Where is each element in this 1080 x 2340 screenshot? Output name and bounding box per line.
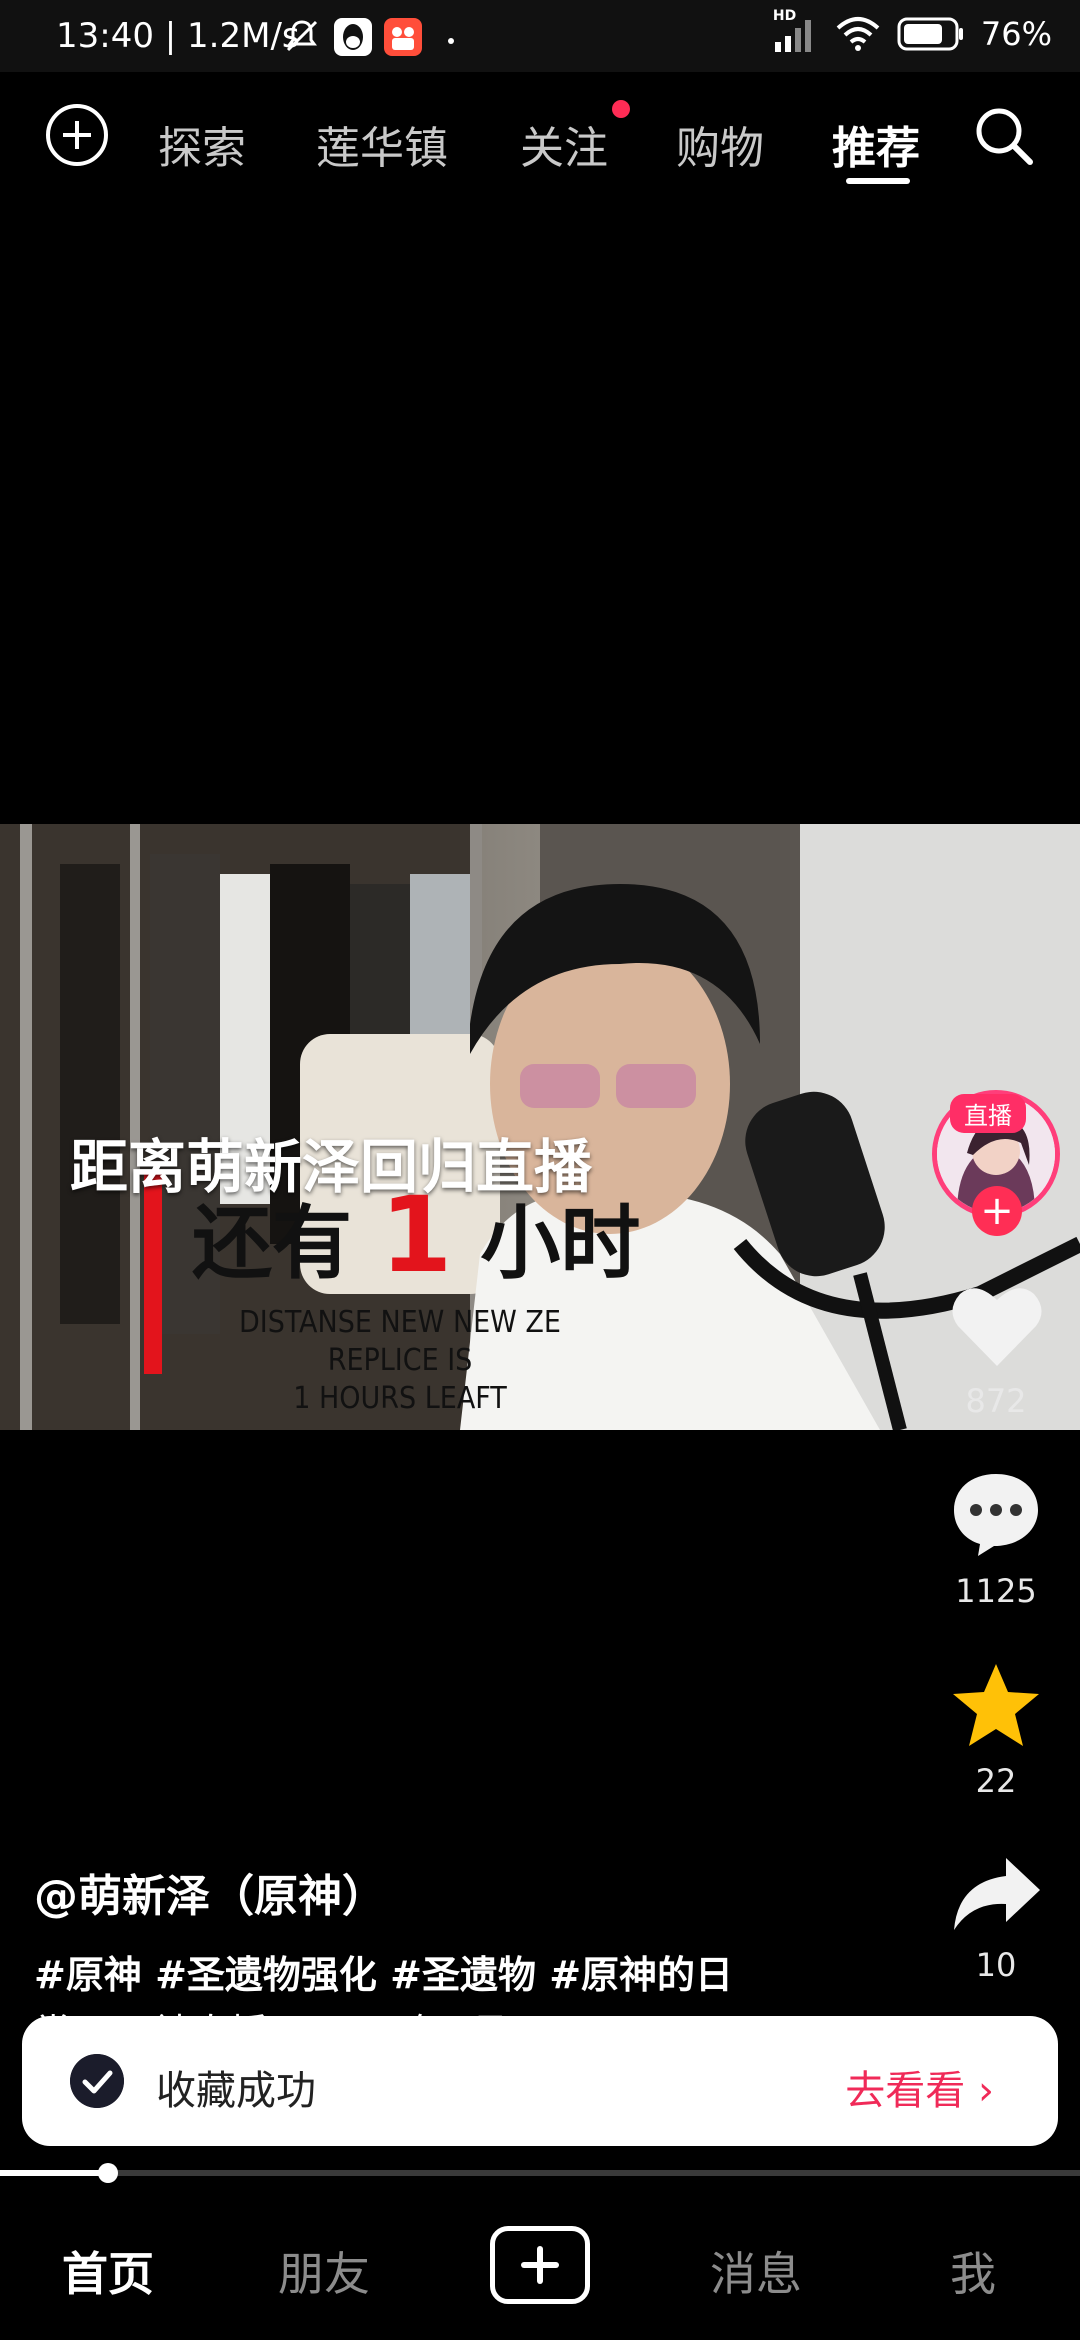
- kuaishou-app-icon: [384, 18, 422, 56]
- overlay-english-line1: DISTANSE NEW NEW ZE REPLICE IS: [239, 1305, 561, 1378]
- mute-bell-icon: [286, 20, 318, 52]
- star-favorite-icon[interactable]: [950, 1662, 1042, 1748]
- overlay-text-a: 还有: [192, 1197, 352, 1290]
- status-bar: 13:40 | 1.2M/s HD 76%: [0, 0, 1080, 72]
- comment-icon[interactable]: [950, 1470, 1042, 1558]
- hashtags[interactable]: #原神 #圣遗物强化 #圣遗物 #原神的日: [34, 1944, 794, 1999]
- check-circle-icon: [70, 2054, 124, 2108]
- toast-message: 收藏成功: [156, 2068, 316, 2114]
- bottom-nav: 首页 朋友 消息 我: [0, 2196, 1080, 2340]
- like-count: 872: [965, 1382, 1027, 1420]
- share-arrow-icon[interactable]: [950, 1854, 1042, 1934]
- battery-icon: [897, 17, 963, 51]
- live-badge: 直播: [950, 1094, 1026, 1133]
- plus-icon: [521, 2246, 559, 2284]
- nav-home[interactable]: 首页: [62, 2238, 154, 2304]
- wifi-icon: [836, 17, 880, 51]
- toast-view-link[interactable]: 去看看 ›: [845, 2058, 994, 2116]
- nav-messages[interactable]: 消息: [710, 2238, 802, 2304]
- active-tab-underline: [846, 178, 910, 184]
- signal-icon: HD: [773, 8, 819, 54]
- search-icon[interactable]: [972, 104, 1036, 168]
- overlay-number: 1: [380, 1174, 453, 1296]
- video-player[interactable]: 距离萌新泽回归直播 还有 1 小时 DISTANSE NEW NEW ZE REPL…: [0, 824, 1080, 1430]
- tab-recommend[interactable]: 推荐: [832, 112, 920, 176]
- favorite-toast: 收藏成功 去看看 ›: [22, 2016, 1058, 2146]
- create-post-button[interactable]: [490, 2226, 590, 2304]
- author-name[interactable]: @萌新泽（原神）: [34, 1860, 386, 1924]
- overlay-english-caption: DISTANSE NEW NEW ZE REPLICE IS 1 HOURS L…: [190, 1304, 610, 1418]
- status-time: 13:40 | 1.2M/s: [56, 16, 300, 56]
- following-badge: [612, 100, 630, 118]
- top-nav: 探索 莲华镇 关注 购物 推荐: [0, 72, 1080, 200]
- nav-me[interactable]: 我: [950, 2238, 996, 2304]
- tab-following[interactable]: 关注: [520, 112, 608, 176]
- video-progress-track[interactable]: [0, 2170, 1080, 2176]
- overlay-text-b: 小时: [480, 1197, 641, 1290]
- heart-icon[interactable]: [950, 1282, 1044, 1368]
- tab-lianhua-town[interactable]: 莲华镇: [316, 112, 448, 176]
- add-circle-icon[interactable]: [44, 102, 110, 168]
- video-progress-fill: [0, 2170, 108, 2176]
- tab-explore[interactable]: 探索: [158, 112, 246, 176]
- nav-friends[interactable]: 朋友: [278, 2238, 370, 2304]
- favorite-count: 22: [975, 1762, 1017, 1800]
- comment-count: 1125: [955, 1572, 1037, 1610]
- follow-plus-button[interactable]: +: [972, 1186, 1022, 1236]
- status-dot: [448, 38, 454, 44]
- video-progress-knob[interactable]: [98, 2163, 118, 2183]
- overlay-title-line2: 还有 1 小时: [192, 1174, 640, 1296]
- qq-app-icon: [334, 18, 372, 56]
- battery-percent: 76%: [980, 15, 1052, 53]
- overlay-english-line2: 1 HOURS LEAFT: [293, 1381, 507, 1416]
- tab-shopping[interactable]: 购物: [676, 112, 764, 176]
- share-count: 10: [975, 1946, 1017, 1984]
- status-right: HD 76%: [773, 8, 1052, 54]
